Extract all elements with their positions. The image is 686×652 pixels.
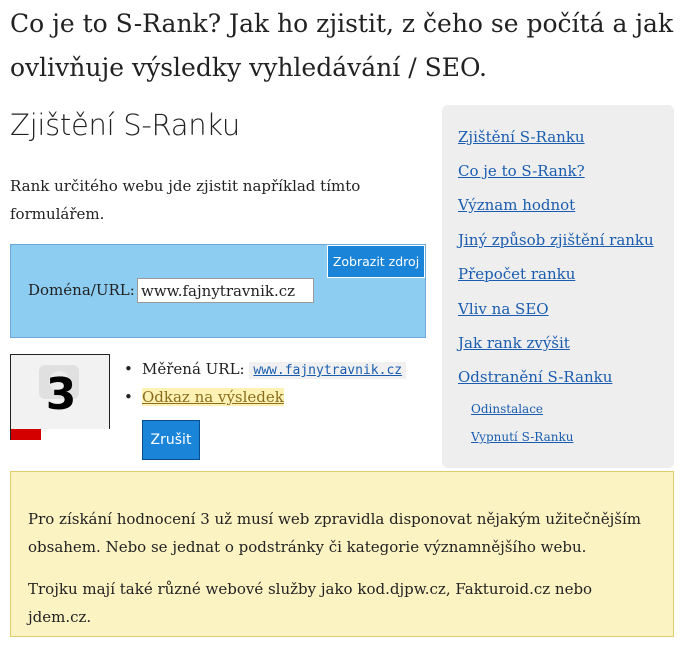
measured-url-link[interactable]: www.fajnytravnik.cz: [249, 362, 407, 379]
domain-label: Doména/URL:: [28, 281, 135, 299]
domain-input[interactable]: [137, 278, 314, 303]
toc-sublink-vypnuti[interactable]: Vypnutí S-Ranku: [471, 430, 573, 444]
cancel-button[interactable]: Zrušit: [142, 420, 200, 460]
measured-url-label: Měřená URL:: [142, 360, 245, 378]
toc-link-co-je[interactable]: Co je to S-Rank?: [458, 162, 585, 180]
intro-text: Rank určitého webu jde zjistit například…: [10, 177, 361, 223]
toc-link-odstraneni[interactable]: Odstranění S-Ranku: [458, 368, 612, 386]
srank-form: Zobrazit zdroj Doména/URL:: [10, 244, 426, 338]
toc-link-zjisteni[interactable]: Zjištění S-Ranku: [458, 128, 585, 146]
info-note: Pro získání hodnocení 3 už musí web zpra…: [10, 471, 674, 637]
page-title: Co je to S-Rank? Jak ho zjistit, z čeho …: [10, 9, 674, 82]
result-list: Měřená URL: www.fajnytravnik.cz Odkaz na…: [124, 356, 407, 411]
toc-link-jak-zvysit[interactable]: Jak rank zvýšit: [458, 334, 570, 352]
note-paragraph-2: Trojku mají také různé webové služby jak…: [28, 580, 593, 626]
rank-badge: 3: [10, 354, 111, 440]
rank-bar-fill: [11, 429, 41, 440]
section-heading: Zjištění S-Ranku: [10, 108, 240, 142]
note-paragraph-1: Pro získání hodnocení 3 už musí web zpra…: [28, 510, 641, 556]
rank-bar: [11, 429, 111, 440]
toc-link-vyznam[interactable]: Význam hodnot: [458, 196, 575, 214]
rank-value: 3: [45, 369, 77, 420]
table-of-contents: Zjištění S-Ranku Co je to S-Rank? Význam…: [442, 105, 674, 468]
toc-sublink-odinstalace[interactable]: Odinstalace: [471, 402, 543, 416]
show-source-button[interactable]: Zobrazit zdroj: [327, 245, 425, 278]
toc-link-prepocet[interactable]: Přepočet ranku: [458, 265, 575, 283]
list-item: Měřená URL: www.fajnytravnik.cz: [124, 356, 407, 384]
result-link[interactable]: Odkaz na výsledek: [142, 388, 284, 406]
list-item: Odkaz na výsledek: [124, 384, 406, 411]
toc-link-jiny-zpusob[interactable]: Jiný způsob zjištění ranku: [458, 231, 654, 249]
toc-link-vliv-seo[interactable]: Vliv na SEO: [458, 300, 549, 318]
